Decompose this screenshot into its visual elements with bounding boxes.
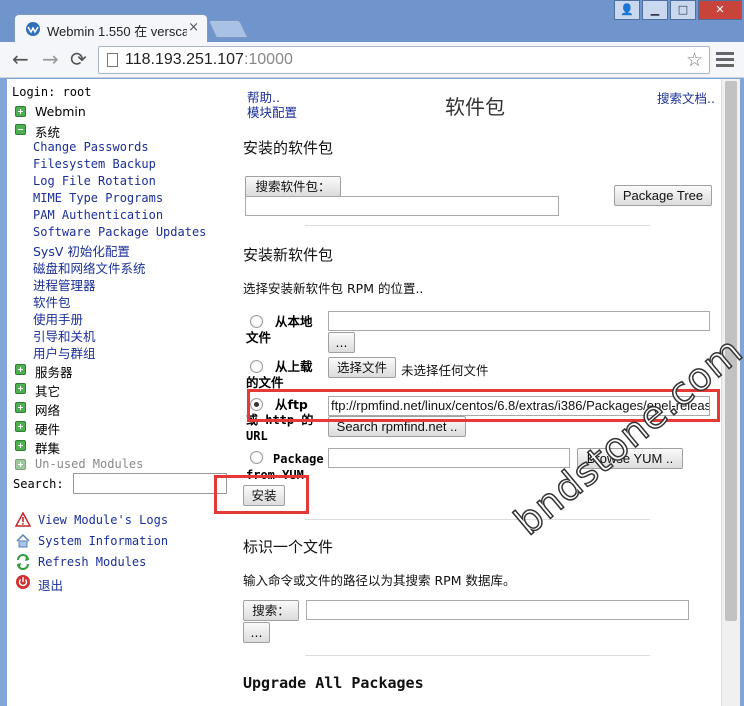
install-description: 选择安装新软件包 RPM 的位置.. [243,281,424,296]
install-new-heading: 安装新软件包 [243,246,334,264]
sidebar-search-label: Search: [13,477,64,491]
identify-file-heading: 标识一个文件 [243,538,334,556]
divider [305,655,650,656]
choose-file-button[interactable]: 选择文件 [328,357,396,378]
module-link[interactable]: Software Package Updates [33,225,206,239]
installed-search-input[interactable] [245,196,559,216]
webmin-page: Login: root Webmin 系统 Change Passwords F… [7,79,740,706]
expand-icon [15,459,26,470]
local-file-browse-button[interactable]: ... [328,332,355,353]
installed-packages-heading: 安装的软件包 [243,139,334,157]
sidebar-search-input[interactable] [73,473,227,494]
home-icon [16,533,30,548]
local-file-input[interactable] [328,311,710,331]
no-file-selected-text: 未选择任何文件 [401,363,489,378]
power-icon [16,575,30,589]
module-link[interactable]: MIME Type Programs [33,191,163,205]
identify-description: 输入命令或文件的路径以为其搜索 RPM 数据库。 [243,573,516,588]
webmin-favicon-icon [26,22,40,36]
url-text[interactable]: 118.193.251.107:10000 [125,51,293,69]
expand-icon [15,402,26,413]
module-link[interactable]: Log File Rotation [33,174,156,188]
yum-radio[interactable] [250,451,263,464]
refresh-icon [17,554,29,570]
address-bar[interactable]: 118.193.251.107:10000 ☆ [98,46,710,74]
browser-titlebar: Webmin 1.550 在 versca × 👤 ▁ □ ✕ [0,0,744,42]
local-file-radio[interactable] [250,315,263,328]
ftp-label-3: URL [246,429,268,443]
browser-toolbar: ← → ⟳ 118.193.251.107:10000 ☆ [0,42,744,78]
url-host: 118.193.251.107 [125,51,244,68]
divider [305,519,650,520]
identify-search-input[interactable] [306,600,689,620]
identify-browse-button[interactable]: ... [243,622,270,643]
expand-icon [15,364,26,375]
module-link[interactable]: Filesystem Backup [33,157,156,171]
minimize-button[interactable]: ▁ [642,0,668,20]
module-link[interactable]: Change Passwords [33,140,149,154]
upload-file-radio[interactable] [250,360,263,373]
divider [305,225,650,226]
tab-title: Webmin 1.550 在 versca [47,24,187,39]
new-tab-button[interactable] [207,20,249,38]
module-sidebar: Login: root Webmin 系统 Change Passwords F… [7,79,235,706]
maximize-button[interactable]: □ [670,0,696,20]
login-label: Login: root [12,85,92,99]
yum-package-input[interactable] [328,448,570,468]
bookmark-star-icon[interactable]: ☆ [686,49,703,71]
identify-search-button[interactable]: 搜索： [243,600,299,621]
yum-label-1: Package [273,452,324,466]
search-packages-button[interactable]: 搜索软件包： [245,176,341,197]
upload-label-2: 的文件 [246,375,284,390]
expand-icon [15,440,26,451]
expand-icon [15,106,26,117]
local-file-label-2: 文件 [246,330,272,345]
upgrade-all-heading: Upgrade All Packages [243,674,424,692]
module-link[interactable]: PAM Authentication [33,208,163,222]
expand-icon [15,421,26,432]
collapse-icon [15,124,26,135]
profile-button[interactable]: 👤 [614,0,640,20]
module-config-link[interactable]: 模块配置 [247,102,297,121]
install-highlight-box [214,475,309,514]
package-tree-button[interactable]: Package Tree [614,185,712,206]
page-title: 软件包 [445,95,505,119]
page-scrollbar[interactable] [721,79,740,706]
reload-icon[interactable]: ⟳ [70,48,87,70]
forward-arrow-icon[interactable]: → [42,48,59,70]
url-port: :10000 [243,51,293,68]
browser-menu-icon[interactable] [716,52,734,70]
local-file-label-1: 从本地 [275,314,313,329]
close-window-button[interactable]: ✕ [698,0,742,20]
search-docs-link[interactable]: 搜索文档.. [657,88,715,107]
upload-label-1: 从上载 [275,359,313,374]
warning-icon [15,512,31,527]
page-icon [107,53,118,67]
back-arrow-icon[interactable]: ← [12,48,29,70]
tab-close-icon[interactable]: × [188,20,199,35]
expand-icon [15,383,26,394]
browser-tab[interactable]: Webmin 1.550 在 versca × [14,14,208,42]
module-link[interactable]: 用户与群组 [33,343,96,362]
